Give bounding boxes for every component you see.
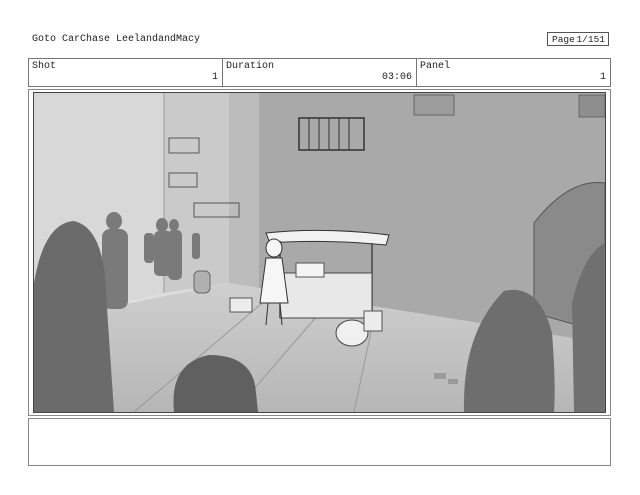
panel-label: Panel: [420, 61, 451, 72]
duration-value: 03:06: [381, 72, 412, 83]
shot-value: 1: [211, 72, 218, 83]
shot-label: Shot: [32, 61, 57, 72]
page-label: Page: [552, 34, 575, 45]
panel-value: 1: [599, 72, 606, 83]
duration-label: Duration: [226, 61, 275, 72]
shot-cell: Shot 1: [29, 59, 223, 86]
page-value: 1/151: [576, 34, 605, 45]
storyboard-panel-image: [33, 92, 606, 413]
page-indicator: Page 1/151: [547, 32, 609, 46]
panel-notes: [28, 418, 611, 466]
duration-cell: Duration 03:06: [223, 59, 417, 86]
panel-cell: Panel 1: [417, 59, 610, 86]
storyboard-title: Goto CarChase LeelandandMacy: [32, 34, 201, 45]
shot-info-row: Shot 1 Duration 03:06 Panel 1: [28, 58, 611, 87]
